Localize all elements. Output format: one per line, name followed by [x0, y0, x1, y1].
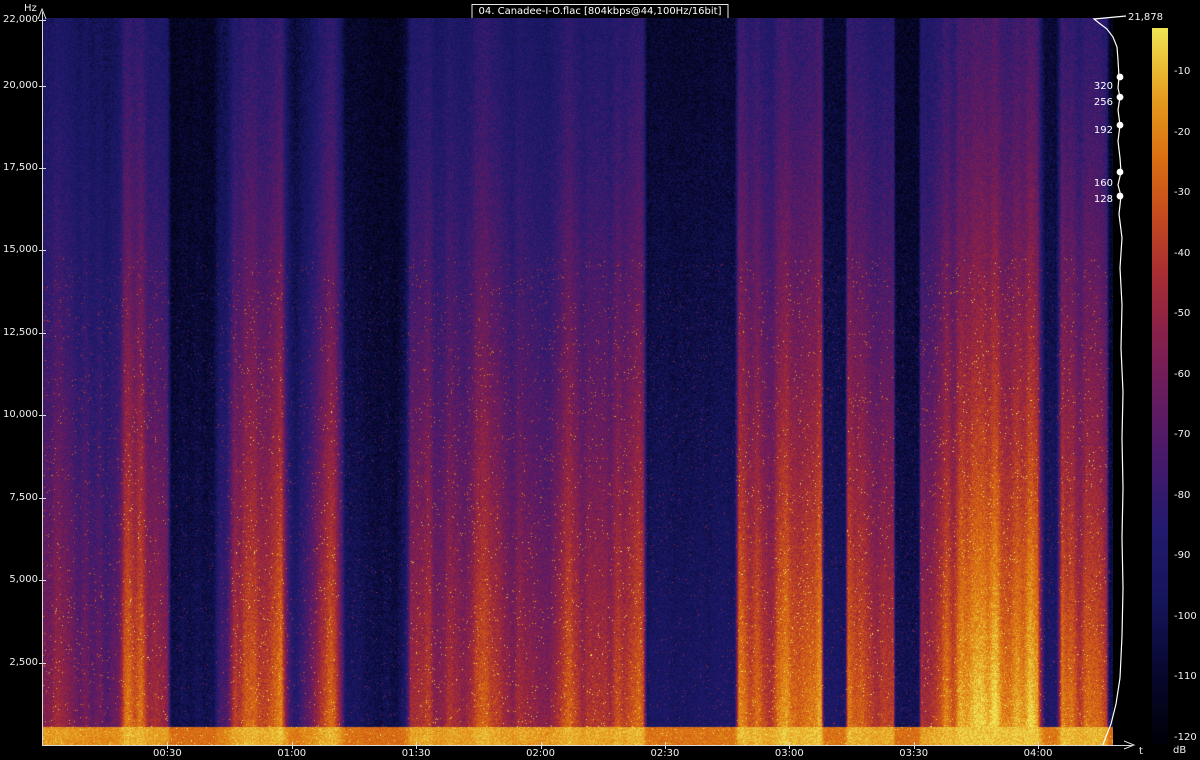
y-tick-mark [39, 497, 46, 499]
x-tick-mark [416, 742, 418, 749]
spectrogram-canvas[interactable] [43, 18, 1113, 745]
x-axis-line [42, 745, 1132, 746]
x-axis-unit-label: t [1139, 746, 1143, 757]
y-tick-label: 17,500 [3, 162, 38, 174]
y-tick-mark [39, 19, 46, 21]
x-tick-label: 03:00 [774, 748, 804, 759]
y-tick-label: 7,500 [9, 491, 38, 503]
y-tick-label: 10,000 [3, 409, 38, 421]
y-tick-mark [39, 662, 46, 664]
x-tick-mark [913, 742, 915, 749]
y-axis-unit-label: Hz [24, 3, 37, 14]
x-tick-mark [664, 742, 666, 749]
bitrate-marker-dots [1116, 73, 1124, 200]
colorbar-tick-label: -80 [1174, 489, 1191, 501]
y-tick-label: 5,000 [9, 574, 38, 586]
colorbar-tick-label: -120 [1174, 731, 1197, 743]
y-tick-mark [39, 85, 46, 87]
y-tick-mark [39, 580, 46, 582]
bitrate-marker-dot [1116, 93, 1124, 101]
y-axis-line [42, 12, 43, 746]
colorbar-tick-label: -40 [1174, 247, 1191, 259]
spectrogram-viewer: 04. Canadee-I-O.flac [804kbps@44,100Hz/1… [0, 0, 1200, 760]
colorbar-tick-label: -70 [1174, 429, 1191, 440]
colorbar-unit-label: dB [1173, 745, 1187, 756]
colorbar-tick-label: -100 [1174, 610, 1197, 622]
x-tick-label: 01:00 [277, 748, 307, 759]
x-tick-mark [291, 742, 293, 749]
y-tick-mark [39, 415, 46, 417]
y-tick-mark [39, 168, 46, 170]
colorbar-tick-label: -110 [1174, 671, 1197, 682]
y-tick-label: 2,500 [9, 656, 38, 668]
colorbar-tick-label: -60 [1174, 368, 1191, 380]
y-tick-label: 12,500 [3, 326, 38, 338]
y-tick-label: 15,000 [3, 244, 38, 256]
x-tick-label: 02:00 [526, 748, 555, 759]
colorbar-gradient [1152, 28, 1168, 745]
bitrate-marker-dot [1116, 121, 1124, 129]
x-tick-label: 00:30 [152, 748, 182, 759]
bitrate-marker-label: 320 [1093, 81, 1113, 93]
x-tick-mark [789, 742, 791, 749]
x-tick-mark [540, 742, 542, 749]
colorbar-tick-label: -30 [1174, 187, 1191, 198]
y-tick-mark [39, 250, 46, 252]
x-tick-mark [1038, 742, 1040, 749]
bitrate-marker-label: 192 [1093, 125, 1113, 137]
x-tick-label: 04:00 [1023, 748, 1053, 759]
bitrate-marker-dot [1116, 73, 1124, 81]
y-tick-label: 20,000 [3, 79, 38, 91]
x-tick-label: 03:30 [899, 748, 929, 759]
x-tick-mark [167, 742, 169, 749]
max-frequency-label: 21,878 [1128, 12, 1163, 23]
bitrate-marker-dot [1116, 192, 1124, 200]
colorbar-tick-label: -20 [1174, 126, 1191, 138]
bitrate-marker-label: 160 [1093, 177, 1113, 189]
colorbar-tick-label: -50 [1174, 308, 1191, 319]
bitrate-marker-label: 128 [1093, 194, 1113, 206]
x-tick-label: 02:30 [650, 748, 680, 759]
colorbar-tick-label: -90 [1174, 550, 1191, 561]
bitrate-marker-label: 256 [1093, 97, 1113, 109]
colorbar-tick-label: -10 [1174, 66, 1191, 77]
x-tick-label: 01:30 [401, 748, 431, 759]
bitrate-marker-dot [1116, 168, 1124, 176]
y-tick-mark [39, 332, 46, 334]
y-tick-label: 22,000 [3, 13, 38, 25]
